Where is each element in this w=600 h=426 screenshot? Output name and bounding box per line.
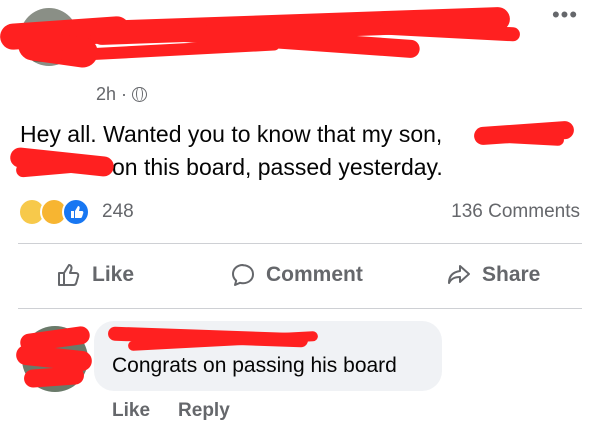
post-meta: 2h · [96, 84, 148, 105]
comment-label: Comment [266, 263, 363, 286]
redaction-name-1 [473, 120, 575, 147]
globe-icon [132, 87, 148, 102]
redaction-name-2 [9, 146, 115, 178]
more-options-button[interactable]: ••• [548, 4, 582, 26]
share-arrow-icon [448, 265, 470, 284]
share-button[interactable]: Share [446, 262, 540, 288]
redaction-commenter-name [107, 326, 319, 351]
post-timestamp[interactable]: 2h [96, 84, 116, 105]
divider-top [18, 243, 582, 244]
comment-button[interactable]: Comment [230, 262, 363, 288]
like-button[interactable]: Like [56, 262, 134, 288]
divider-bottom [18, 308, 582, 309]
comment-reply-button[interactable]: Reply [178, 400, 230, 422]
reaction-icons[interactable] [18, 198, 90, 226]
comments-count[interactable]: 136 Comments [451, 201, 580, 223]
thumbs-up-icon [58, 264, 80, 286]
like-icon [62, 198, 90, 226]
like-label: Like [92, 263, 135, 286]
redaction-header [0, 0, 600, 80]
more-options-icon: ••• [551, 2, 579, 27]
comment-text: Congrats on passing his board [112, 354, 397, 377]
share-label: Share [482, 263, 541, 286]
meta-separator: · [121, 84, 128, 104]
redaction-commenter-avatar [15, 322, 96, 396]
comment-like-button[interactable]: Like [112, 400, 150, 422]
comment-actions: Like Reply [112, 400, 230, 422]
reaction-count[interactable]: 248 [102, 201, 134, 223]
comment-icon [232, 264, 254, 286]
